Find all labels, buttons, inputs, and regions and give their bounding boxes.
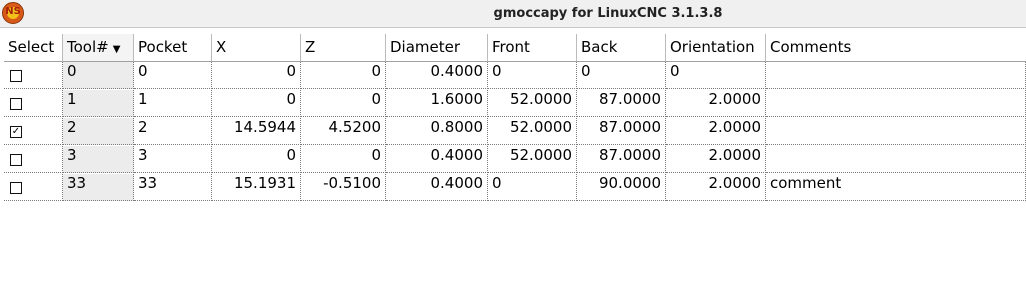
cell-comments[interactable] — [766, 118, 1026, 145]
cell-select: ✓ — [4, 118, 63, 145]
column-header-front[interactable]: Front — [488, 34, 577, 62]
column-header-comments[interactable]: Comments — [766, 34, 1026, 62]
cell-z[interactable]: 0 — [301, 146, 386, 173]
cell-orientation[interactable]: 2.0000 — [666, 146, 766, 173]
cell-tool[interactable]: 0 — [63, 62, 134, 89]
cell-x[interactable]: 14.5944 — [212, 118, 301, 145]
cell-diameter[interactable]: 0.8000 — [386, 118, 488, 145]
column-header-back[interactable]: Back — [577, 34, 666, 62]
cell-pocket[interactable]: 0 — [134, 62, 212, 89]
cell-x[interactable]: 0 — [212, 146, 301, 173]
cell-tool[interactable]: 2 — [63, 118, 134, 145]
cell-select — [4, 62, 63, 89]
cell-back[interactable]: 90.0000 — [577, 174, 666, 201]
column-header-pocket[interactable]: Pocket — [134, 34, 212, 62]
column-header-select[interactable]: Select — [4, 34, 63, 62]
cell-back[interactable]: 87.0000 — [577, 118, 666, 145]
cell-front[interactable]: 0 — [488, 174, 577, 201]
cell-comments[interactable] — [766, 146, 1026, 173]
window-title: gmoccapy for LinuxCNC 3.1.3.8 — [493, 6, 723, 21]
cell-orientation[interactable]: 0 — [666, 62, 766, 89]
cell-pocket[interactable]: 2 — [134, 118, 212, 145]
cell-tool[interactable]: 1 — [63, 90, 134, 117]
select-checkbox[interactable]: ✓ — [10, 126, 22, 138]
cell-orientation[interactable]: 2.0000 — [666, 118, 766, 145]
cell-tool[interactable]: 33 — [63, 174, 134, 201]
cell-diameter[interactable]: 0.4000 — [386, 174, 488, 201]
cell-diameter[interactable]: 0.4000 — [386, 62, 488, 89]
cell-x[interactable]: 0 — [212, 90, 301, 117]
cell-pocket[interactable]: 3 — [134, 146, 212, 173]
cell-pocket[interactable]: 33 — [134, 174, 212, 201]
tool-table: Select Tool# ▼ Pocket X Z Diameter Front … — [4, 34, 1026, 283]
column-header-tool[interactable]: Tool# ▼ — [63, 34, 134, 62]
cell-orientation[interactable]: 2.0000 — [666, 90, 766, 117]
cell-comments[interactable] — [766, 62, 1026, 89]
cell-back[interactable]: 87.0000 — [577, 146, 666, 173]
cell-front[interactable]: 0 — [488, 62, 577, 89]
cell-front[interactable]: 52.0000 — [488, 118, 577, 145]
cell-pocket[interactable]: 1 — [134, 90, 212, 117]
cell-z[interactable]: -0.5100 — [301, 174, 386, 201]
column-header-orientation[interactable]: Orientation — [666, 34, 766, 62]
cell-diameter[interactable]: 1.6000 — [386, 90, 488, 117]
select-checkbox[interactable] — [10, 154, 22, 166]
column-header-z[interactable]: Z — [301, 34, 386, 62]
cell-select — [4, 146, 63, 173]
cell-back[interactable]: 87.0000 — [577, 90, 666, 117]
cell-z[interactable]: 4.5200 — [301, 118, 386, 145]
column-header-x[interactable]: X — [212, 34, 301, 62]
cell-select — [4, 174, 63, 201]
title-bar: NS gmoccapy for LinuxCNC 3.1.3.8 — [0, 0, 1026, 28]
column-header-diameter[interactable]: Diameter — [386, 34, 488, 62]
cell-z[interactable]: 0 — [301, 90, 386, 117]
sort-descending-icon: ▼ — [112, 44, 121, 55]
cell-orientation[interactable]: 2.0000 — [666, 174, 766, 201]
cell-x[interactable]: 0 — [212, 62, 301, 89]
select-checkbox[interactable] — [10, 70, 22, 82]
cell-front[interactable]: 52.0000 — [488, 90, 577, 117]
cell-back[interactable]: 0 — [577, 62, 666, 89]
cell-z[interactable]: 0 — [301, 62, 386, 89]
cell-comments[interactable]: comment — [766, 174, 1026, 201]
cell-x[interactable]: 15.1931 — [212, 174, 301, 201]
select-checkbox[interactable] — [10, 182, 22, 194]
cell-front[interactable]: 52.0000 — [488, 146, 577, 173]
cell-select — [4, 90, 63, 117]
cell-tool[interactable]: 3 — [63, 146, 134, 173]
cell-comments[interactable] — [766, 90, 1026, 117]
select-checkbox[interactable] — [10, 98, 22, 110]
cell-diameter[interactable]: 0.4000 — [386, 146, 488, 173]
